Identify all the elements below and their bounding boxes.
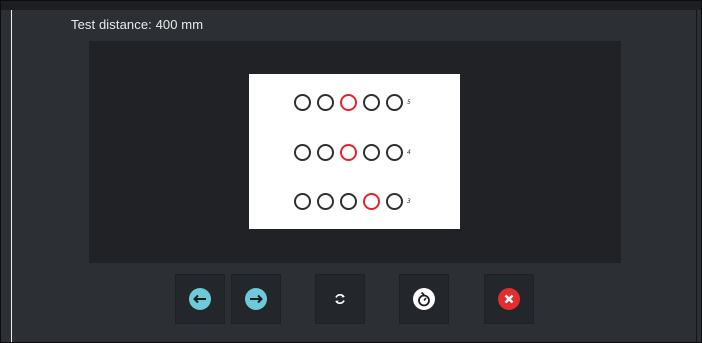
- ring-circle: [294, 192, 311, 210]
- ring-circle: [317, 192, 334, 210]
- ring-circle: [386, 192, 403, 210]
- close-icon: [498, 288, 520, 310]
- refresh-button[interactable]: [315, 274, 365, 324]
- row-number: 5: [407, 98, 411, 106]
- ring-circle: [386, 143, 403, 161]
- ring-circle: [363, 143, 380, 161]
- ring-circle: [317, 143, 334, 161]
- chart-row-3: 3: [294, 191, 411, 211]
- chart-row-4: 4: [294, 142, 411, 162]
- close-button[interactable]: [484, 274, 534, 324]
- ring-circle-highlighted: [340, 143, 357, 161]
- chart-row-5: 5: [294, 92, 411, 112]
- test-distance-label: Test distance: 400 mm: [71, 17, 204, 32]
- ring-circle: [386, 93, 403, 111]
- window-left-border: [11, 10, 12, 342]
- arrow-right-icon: [245, 288, 267, 310]
- app-window: Test distance: 400 mm 5 4 3: [0, 0, 702, 343]
- ring-circle: [363, 93, 380, 111]
- ring-circle: [294, 143, 311, 161]
- ring-circle: [317, 93, 334, 111]
- timer-button[interactable]: [399, 274, 449, 324]
- refresh-icon: [333, 292, 347, 306]
- stopwatch-icon: [413, 288, 435, 310]
- next-button[interactable]: [231, 274, 281, 324]
- row-number: 3: [407, 197, 411, 205]
- arrow-left-icon: [189, 288, 211, 310]
- ring-circle-highlighted: [340, 93, 357, 111]
- window-right-border: [696, 10, 697, 342]
- ring-circle: [294, 93, 311, 111]
- previous-button[interactable]: [175, 274, 225, 324]
- test-chart-card: 5 4 3: [249, 74, 460, 229]
- row-number: 4: [407, 148, 411, 156]
- ring-circle: [340, 192, 357, 210]
- title-bar: [1, 1, 701, 10]
- ring-circle-highlighted: [363, 192, 380, 210]
